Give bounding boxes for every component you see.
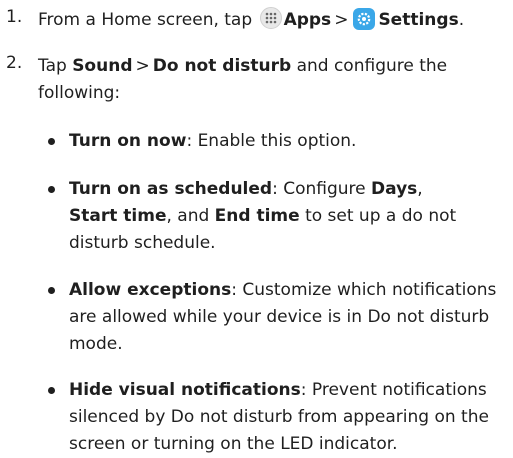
- bullet-dot: [48, 387, 55, 394]
- step-intro-text: Tap: [38, 56, 67, 76]
- comma: ,: [417, 179, 423, 199]
- sentence-end: .: [458, 10, 465, 30]
- option-term: Turn on now: [69, 131, 187, 151]
- apps-grid-icon: [259, 7, 282, 29]
- apps-label: Apps: [283, 10, 332, 30]
- option-term: Turn on as scheduled: [69, 179, 273, 199]
- bullet-dot: [48, 186, 55, 193]
- settings-label: Settings: [378, 10, 459, 30]
- step-number: 2.: [6, 53, 23, 73]
- list-item-text: Turn on as scheduled: Configure Days, Sta…: [69, 176, 507, 257]
- bullet-dot: [48, 287, 55, 294]
- instructions-document: 1. From a Home screen, tap Apps > Settin…: [0, 0, 513, 455]
- path-separator: >: [135, 56, 150, 76]
- option-term: Allow exceptions: [69, 280, 232, 300]
- path-separator: >: [334, 10, 349, 30]
- option-description: : Enable this option.: [186, 131, 357, 151]
- sound-label: Sound: [72, 56, 133, 76]
- option-description: : Configure: [272, 179, 366, 199]
- step-2: 2. Tap Sound > Do not disturb and configur…: [0, 53, 513, 113]
- list-item-text: Hide visual notifications: Prevent notif…: [69, 377, 507, 458]
- end-time-label: End time: [214, 206, 300, 226]
- option-description: , and: [166, 206, 210, 226]
- bullet-dot: [48, 138, 55, 145]
- step-1: 1. From a Home screen, tap Apps > Settin…: [0, 7, 513, 37]
- do-not-disturb-label: Do not disturb: [152, 56, 292, 76]
- list-item-text: Turn on now: Enable this option.: [69, 128, 507, 155]
- days-label: Days: [371, 179, 418, 199]
- step-intro-text: From a Home screen, tap: [38, 10, 253, 30]
- list-item-text: Allow exceptions: Customize which notifi…: [69, 277, 507, 358]
- option-term: Hide visual notifications: [69, 380, 301, 400]
- settings-gear-icon: [353, 8, 376, 30]
- step-number: 1.: [6, 7, 23, 27]
- step-text: From a Home screen, tap Apps > Settings.: [38, 7, 513, 34]
- start-time-label: Start time: [69, 206, 167, 226]
- step-text: Tap Sound > Do not disturb and configure t…: [38, 53, 513, 107]
